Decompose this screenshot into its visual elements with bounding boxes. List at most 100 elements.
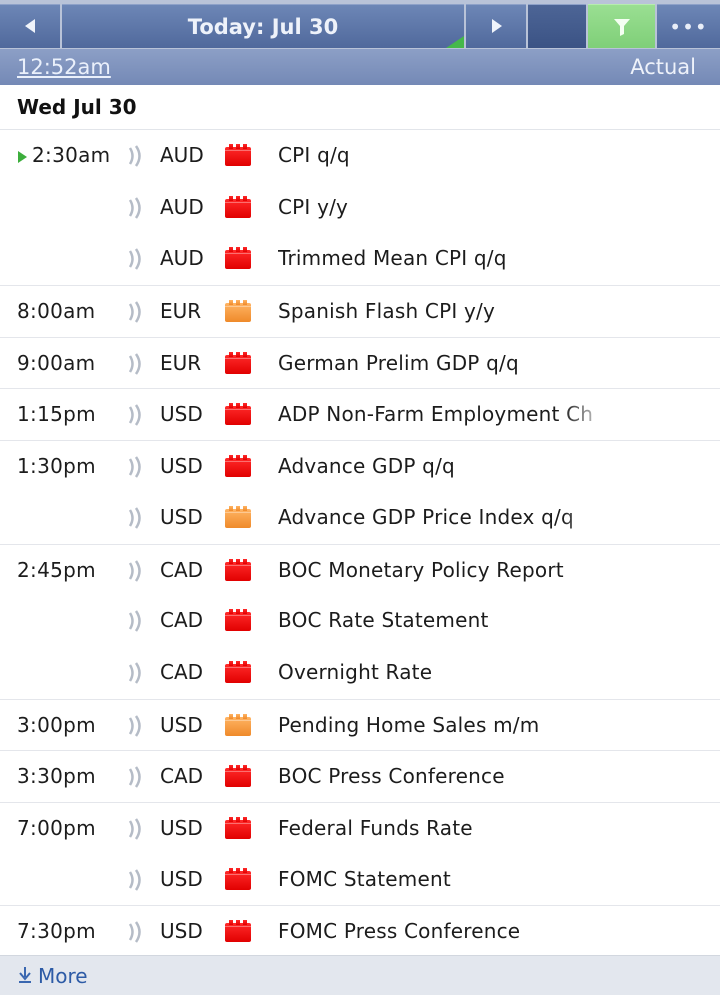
sound-alert-icon[interactable] [126, 301, 146, 323]
sound-alert-icon[interactable] [126, 610, 146, 632]
event-time: 3:30pm [17, 764, 96, 789]
event-currency: USD [160, 919, 203, 944]
event-row[interactable]: 3:30pm CAD BOC Press Conference [0, 750, 720, 802]
sound-alert-icon[interactable] [126, 662, 146, 684]
date-selector-button[interactable]: Today: Jul 30 [62, 4, 464, 48]
sound-alert-icon[interactable] [126, 353, 146, 375]
top-navigation-bar: Today: Jul 30 ••• [0, 0, 720, 49]
event-row[interactable]: 1:30pm USD Advance GDP q/q [0, 440, 720, 492]
event-row[interactable]: 2:45pm CAD BOC Monetary Policy Report [0, 543, 720, 596]
event-time: 2:45pm [17, 557, 96, 582]
event-row[interactable]: 7:00pm USD Federal Funds Rate [0, 801, 720, 854]
event-title[interactable]: Overnight Rate [278, 660, 608, 684]
event-title[interactable]: ADP Non-Farm Employment Ch [278, 402, 608, 426]
sound-alert-icon[interactable] [126, 921, 146, 944]
event-title[interactable]: Pending Home Sales m/m [278, 713, 608, 737]
sound-alert-icon[interactable] [126, 196, 146, 219]
high-impact-folder-icon [225, 455, 251, 478]
event-row[interactable]: AUD Trimmed Mean CPI q/q [0, 233, 720, 285]
event-time: 1:15pm [17, 402, 96, 427]
event-currency: USD [160, 866, 203, 891]
high-impact-folder-icon [225, 816, 251, 839]
sound-alert-icon[interactable] [126, 404, 146, 427]
sound-alert-icon[interactable] [126, 248, 146, 271]
more-options-button[interactable]: ••• [657, 4, 720, 48]
current-time-link[interactable]: 12:52am [17, 55, 111, 79]
high-impact-folder-icon [225, 558, 251, 581]
event-row[interactable]: CAD BOC Rate Statement [0, 595, 720, 647]
event-title[interactable]: Federal Funds Rate [278, 816, 608, 840]
view-toggle-button[interactable] [528, 4, 586, 48]
event-title[interactable]: CPI y/y [278, 195, 608, 219]
high-impact-folder-icon [225, 351, 251, 374]
event-time: 7:30pm [17, 919, 96, 944]
column-header-bar: 12:52am Actual [0, 49, 720, 85]
event-title[interactable]: FOMC Press Conference [278, 919, 608, 943]
actual-column-header: Actual [630, 55, 696, 79]
event-title[interactable]: BOC Press Conference [278, 764, 608, 788]
previous-day-button[interactable] [0, 4, 60, 48]
filter-button[interactable] [588, 4, 655, 48]
event-list: 2:30am AUD CPI q/q AUD CPI y/y AUD Trimmed Mea… [0, 130, 720, 957]
load-more-bar[interactable]: More [0, 955, 720, 995]
sound-alert-icon[interactable] [126, 145, 146, 167]
date-heading: Wed Jul 30 [17, 95, 137, 119]
sound-alert-icon[interactable] [126, 559, 146, 582]
event-row[interactable]: USD FOMC Statement [0, 854, 720, 906]
sound-alert-icon[interactable] [126, 818, 146, 840]
event-currency: AUD [160, 194, 204, 219]
event-time: 8:00am [17, 299, 96, 324]
event-currency: USD [160, 712, 203, 737]
event-row[interactable]: 1:15pm USD ADP Non-Farm Employment Ch [0, 388, 720, 440]
event-currency: CAD [160, 659, 204, 684]
date-title: Today: Jul 30 [187, 14, 339, 39]
next-day-button[interactable] [466, 4, 526, 48]
medium-impact-folder-icon [225, 505, 251, 528]
medium-impact-folder-icon [225, 713, 251, 736]
sound-alert-icon[interactable] [126, 868, 146, 891]
event-time: 1:30pm [17, 454, 96, 479]
event-row[interactable]: 7:30pm USD FOMC Press Conference [0, 905, 720, 957]
medium-impact-folder-icon [225, 300, 251, 323]
event-title[interactable]: Trimmed Mean CPI q/q [278, 246, 608, 270]
event-row[interactable]: USD Advance GDP Price Index q/q [0, 492, 720, 544]
event-currency: EUR [160, 299, 202, 324]
event-title[interactable]: CPI q/q [278, 143, 608, 167]
sound-alert-icon[interactable] [126, 456, 146, 478]
event-currency: CAD [160, 608, 204, 633]
event-title[interactable]: BOC Monetary Policy Report [278, 558, 608, 582]
event-row[interactable]: 2:30am AUD CPI q/q [0, 130, 720, 182]
event-title[interactable]: Advance GDP Price Index q/q [278, 505, 608, 529]
high-impact-folder-icon [225, 660, 251, 683]
sound-alert-icon[interactable] [126, 766, 146, 788]
more-link[interactable]: More [38, 964, 88, 988]
sound-alert-icon[interactable] [126, 714, 146, 737]
event-title[interactable]: German Prelim GDP q/q [278, 351, 608, 375]
event-row[interactable]: AUD CPI y/y [0, 182, 720, 234]
event-row[interactable]: 8:00am EUR Spanish Flash CPI y/y [0, 285, 720, 337]
event-time: 9:00am [17, 350, 96, 375]
event-currency: USD [160, 402, 203, 427]
event-title[interactable]: BOC Rate Statement [278, 608, 608, 632]
event-row[interactable]: 3:00pm USD Pending Home Sales m/m [0, 698, 720, 751]
corner-indicator-icon [446, 36, 464, 48]
filter-icon [614, 19, 630, 36]
high-impact-folder-icon [225, 867, 251, 890]
event-row[interactable]: 9:00am EUR German Prelim GDP q/q [0, 336, 720, 389]
event-row[interactable]: CAD Overnight Rate [0, 647, 720, 699]
event-title[interactable]: FOMC Statement [278, 867, 608, 891]
event-title[interactable]: Spanish Flash CPI y/y [278, 299, 608, 323]
event-time: 3:00pm [17, 712, 96, 737]
sound-alert-icon[interactable] [126, 507, 146, 529]
high-impact-folder-icon [225, 609, 251, 632]
event-title[interactable]: Advance GDP q/q [278, 454, 608, 478]
event-currency: USD [160, 504, 203, 529]
event-currency: EUR [160, 350, 202, 375]
date-heading-row: Wed Jul 30 [0, 85, 720, 130]
event-currency: CAD [160, 557, 204, 582]
more-dots-icon: ••• [669, 14, 708, 39]
event-time: 2:30am [32, 143, 111, 167]
high-impact-folder-icon [225, 765, 251, 788]
current-event-marker-icon [18, 151, 27, 163]
event-currency: AUD [160, 143, 204, 167]
